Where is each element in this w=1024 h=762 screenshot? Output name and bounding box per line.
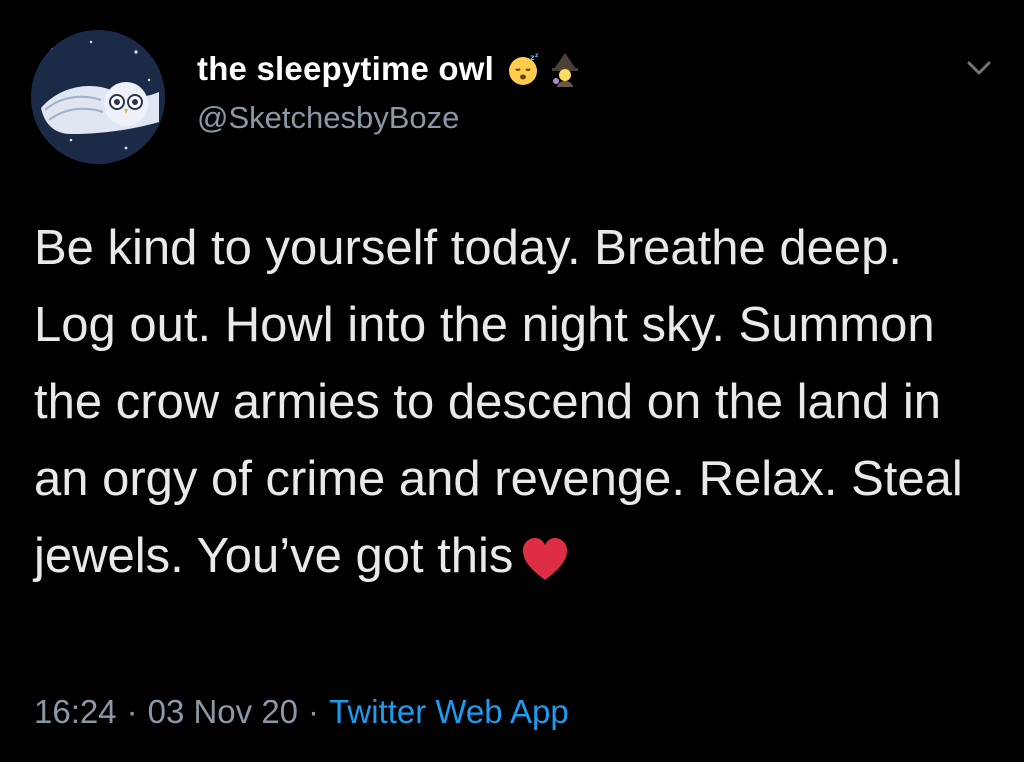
tweet-text: Be kind to yourself today. Breathe deep.… <box>34 210 994 605</box>
tweet-card: the sleepytime owl z z @SketchesbyBoze B… <box>0 0 1024 762</box>
sleeping-face-icon: z z <box>509 52 539 85</box>
display-name[interactable]: the sleepytime owl <box>197 50 494 88</box>
owl-avatar-icon <box>31 30 165 164</box>
name-emojis: z z <box>506 51 582 87</box>
tweet-meta: 16:24 · 03 Nov 20 · Twitter Web App <box>34 693 569 731</box>
meta-separator: · <box>308 693 320 730</box>
display-name-row: the sleepytime owl z z <box>197 44 582 94</box>
handle[interactable]: @SketchesbyBoze <box>197 100 582 136</box>
tweet-date[interactable]: 03 Nov 20 <box>148 693 298 731</box>
chevron-down-icon[interactable] <box>964 56 994 80</box>
tweet-time[interactable]: 16:24 <box>34 693 117 731</box>
author-block: the sleepytime owl z z @SketchesbyBoze <box>197 44 582 136</box>
tweet-source-link[interactable]: Twitter Web App <box>329 693 569 731</box>
red-heart-icon <box>521 528 569 605</box>
avatar[interactable] <box>31 30 165 164</box>
svg-text:z: z <box>535 52 539 59</box>
mage-icon <box>552 53 579 87</box>
meta-separator: · <box>126 693 138 730</box>
tweet-body: Be kind to yourself today. Breathe deep.… <box>34 221 963 583</box>
